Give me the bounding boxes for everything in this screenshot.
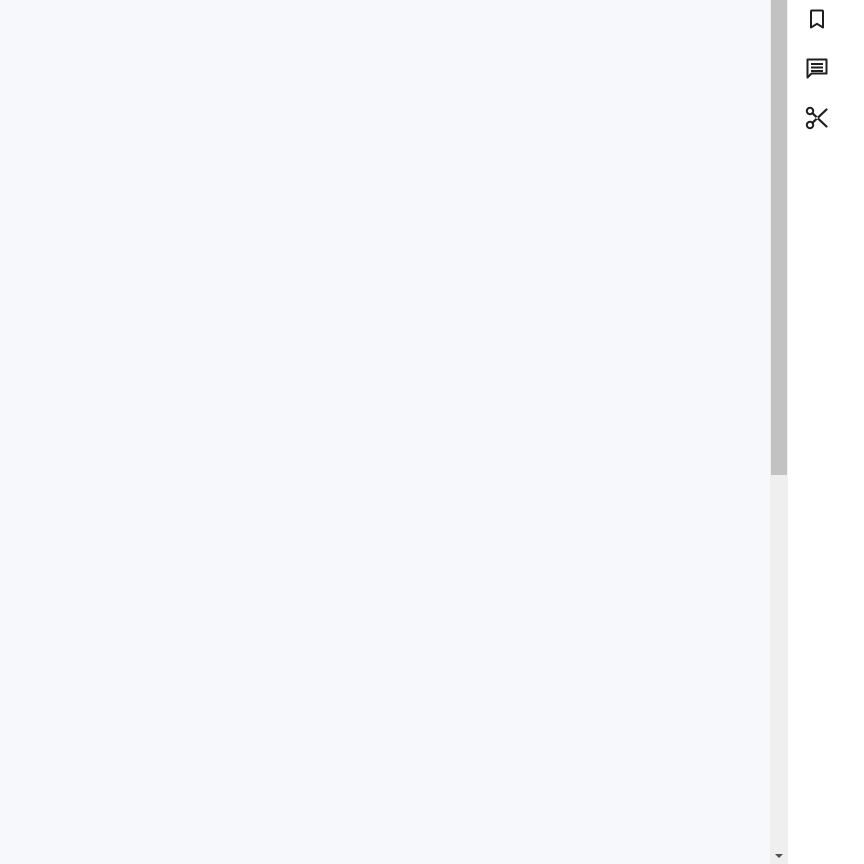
bookmark-icon bbox=[805, 7, 829, 31]
bookmark-button[interactable] bbox=[804, 6, 830, 32]
app-window bbox=[0, 0, 864, 864]
scissors-icon bbox=[804, 105, 830, 131]
scrollbar-thumb[interactable] bbox=[771, 0, 787, 475]
side-toolbar bbox=[788, 0, 864, 864]
scroll-down-arrow-icon[interactable] bbox=[770, 846, 788, 864]
comment-button[interactable] bbox=[804, 55, 830, 81]
vertical-scrollbar[interactable] bbox=[770, 0, 788, 864]
comment-icon bbox=[804, 55, 830, 81]
main-content-area bbox=[0, 0, 770, 864]
cut-button[interactable] bbox=[804, 105, 830, 131]
